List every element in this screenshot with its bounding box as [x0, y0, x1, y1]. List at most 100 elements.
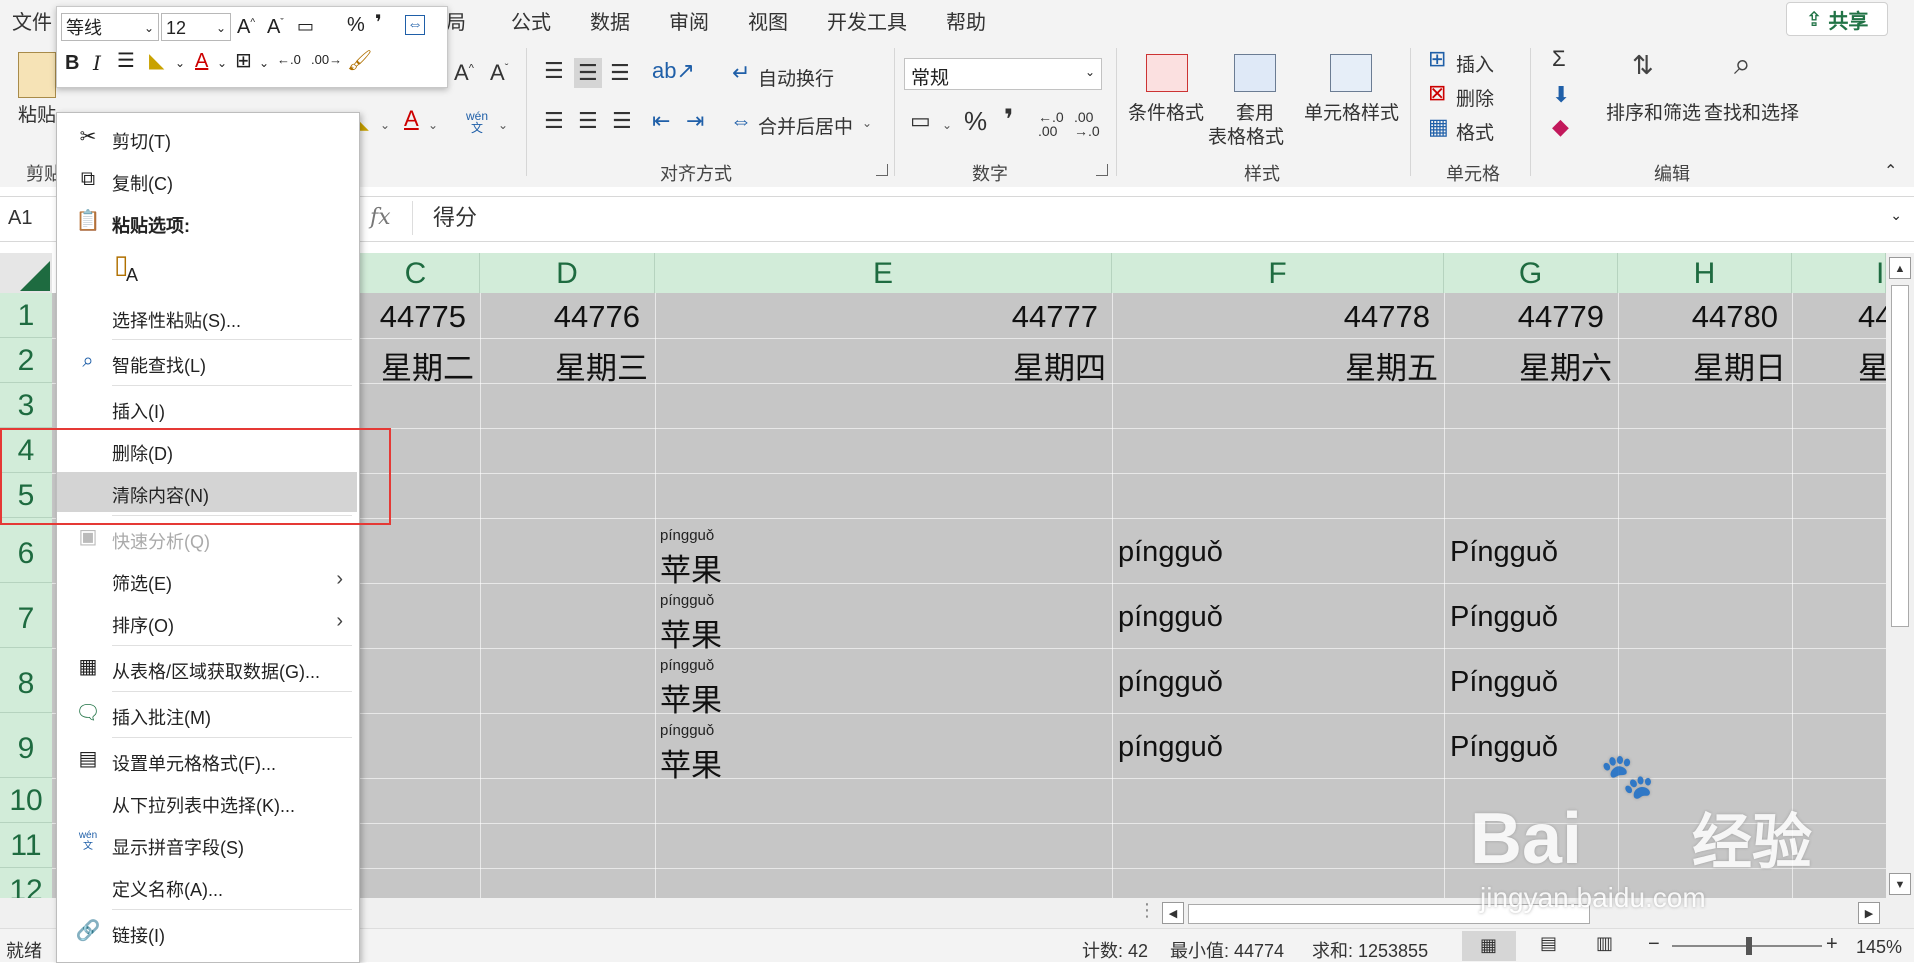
merge-center-icon[interactable]: ⇔	[730, 110, 752, 132]
comma-style-icon[interactable]: ❜	[1004, 106, 1014, 134]
align-right-icon[interactable]: ☰	[612, 110, 632, 132]
cell-e1[interactable]: 44777	[660, 299, 1098, 335]
comma-style-icon[interactable]: ❜	[375, 13, 382, 33]
row-header-1[interactable]: 1	[0, 293, 52, 338]
zoom-slider-thumb[interactable]	[1746, 937, 1752, 955]
cell-e6[interactable]: 苹果	[660, 545, 722, 590]
insert-cells-icon[interactable]: ⊞	[1428, 48, 1446, 70]
cell-c2[interactable]: 星期二	[356, 343, 474, 388]
paste-label[interactable]: 粘贴	[18, 100, 56, 127]
format-painter-icon[interactable]: 🖌	[347, 51, 372, 71]
cell-i2[interactable]: 星	[1858, 343, 1886, 388]
menu-developer[interactable]: 开发工具	[827, 6, 907, 35]
wrap-text-label[interactable]: 自动换行	[758, 64, 834, 91]
clear-icon[interactable]: ◆	[1552, 116, 1569, 138]
menu-item-copy[interactable]: ⧉ 复制(C)	[57, 160, 357, 200]
menu-item-insert-comment[interactable]: 🗨 插入批注(M)	[57, 694, 357, 734]
find-select-label[interactable]: 查找和选择	[1704, 98, 1799, 125]
sort-filter-icon[interactable]: ⇅	[1632, 52, 1654, 78]
row-header-3[interactable]: 3	[0, 383, 52, 428]
col-header-c[interactable]: C	[352, 253, 480, 293]
cell-e9[interactable]: 苹果	[660, 740, 722, 785]
insert-function-icon[interactable]: fx	[370, 205, 391, 230]
format-cells-label[interactable]: 格式	[1456, 118, 1494, 145]
cell-d2[interactable]: 星期三	[484, 343, 648, 388]
grow-font-icon[interactable]: A^	[454, 62, 474, 84]
accounting-dropdown-icon[interactable]: ⌄	[942, 118, 952, 132]
menu-item-define-name[interactable]: 定义名称(A)...	[57, 866, 357, 906]
fill-color-dropdown-icon[interactable]: ⌄	[380, 118, 390, 132]
row-header-7[interactable]: 7	[0, 583, 52, 648]
col-header-d[interactable]: D	[480, 253, 655, 293]
vertical-scroll-thumb[interactable]	[1891, 285, 1909, 627]
zoom-in-icon[interactable]: +	[1826, 933, 1838, 956]
col-header-e[interactable]: E	[655, 253, 1112, 293]
cell-g2[interactable]: 星期六	[1448, 343, 1612, 388]
row-header-12[interactable]: 12	[0, 868, 52, 898]
col-header-g[interactable]: G	[1444, 253, 1618, 293]
increase-decimal-icon[interactable]: ←.0.00	[1038, 110, 1064, 138]
row-header-4[interactable]: 4	[0, 428, 52, 473]
cell-e2[interactable]: 星期四	[660, 343, 1106, 388]
grow-font-icon[interactable]: A^	[237, 17, 255, 37]
shrink-font-icon[interactable]: Aˇ	[490, 62, 508, 84]
menu-formulas[interactable]: 公式	[511, 6, 551, 35]
increase-indent-icon[interactable]: ⇥	[686, 110, 704, 132]
row-header-2[interactable]: 2	[0, 338, 52, 383]
sort-filter-label[interactable]: 排序和筛选	[1606, 98, 1701, 125]
font-size-select[interactable]: 12 ⌄	[161, 13, 231, 41]
cell-f6[interactable]: píngguǒ	[1118, 536, 1223, 569]
cell-d1[interactable]: 44776	[484, 299, 640, 335]
format-cells-ribbon-icon[interactable]: ▦	[1428, 116, 1449, 138]
format-as-table-icon[interactable]	[1234, 54, 1276, 92]
borders-icon[interactable]: ⊞	[235, 51, 252, 71]
delete-cells-label[interactable]: 删除	[1456, 84, 1494, 111]
conditional-format-label[interactable]: 条件格式	[1128, 98, 1204, 125]
menu-item-filter[interactable]: 筛选(E) ›	[57, 560, 357, 600]
menu-help[interactable]: 帮助	[946, 6, 986, 35]
cell-h2[interactable]: 星期日	[1622, 343, 1786, 388]
cell-g8[interactable]: Píngguǒ	[1450, 666, 1558, 699]
menu-item-get-data[interactable]: ▦ 从表格/区域获取数据(G)...	[57, 648, 357, 688]
col-header-h[interactable]: H	[1618, 253, 1792, 293]
fill-icon[interactable]: ⬇	[1552, 84, 1570, 106]
paste-option-button[interactable]: ▯ A	[112, 249, 144, 289]
cell-f7[interactable]: píngguǒ	[1118, 601, 1223, 634]
row-header-5[interactable]: 5	[0, 473, 52, 518]
zoom-out-icon[interactable]: −	[1648, 933, 1660, 956]
row-header-8[interactable]: 8	[0, 648, 52, 713]
menu-page-layout-partial[interactable]: 局	[446, 6, 466, 35]
number-format-select[interactable]: 常规 ⌄	[904, 58, 1102, 90]
pinyin-dropdown-icon[interactable]: ⌄	[498, 118, 508, 132]
menu-item-cut[interactable]: ✂ 剪切(T)	[57, 118, 357, 158]
font-color-dropdown-icon[interactable]: ⌄	[217, 57, 227, 69]
alignment-launcher-icon[interactable]	[876, 164, 888, 176]
row-header-11[interactable]: 11	[0, 823, 52, 868]
find-select-icon[interactable]: ⌕	[1734, 50, 1751, 80]
align-center-icon[interactable]: ☰	[578, 110, 598, 132]
merge-dropdown-icon[interactable]: ⌄	[862, 116, 872, 130]
borders-dropdown-icon[interactable]: ⌄	[259, 57, 269, 69]
scroll-up-icon[interactable]: ▲	[1889, 257, 1911, 279]
format-as-table-label-1[interactable]: 套用	[1236, 98, 1274, 125]
formula-input[interactable]: 得分	[412, 201, 1898, 235]
cell-g7[interactable]: Píngguǒ	[1450, 601, 1558, 634]
cell-h1[interactable]: 44780	[1622, 299, 1778, 335]
menu-file[interactable]: 文件	[12, 6, 52, 35]
menu-item-delete[interactable]: 删除(D)	[57, 430, 357, 470]
cell-g1[interactable]: 44779	[1448, 299, 1604, 335]
orientation-icon[interactable]: ab↗	[652, 60, 695, 82]
cell-c1[interactable]: 44775	[356, 299, 466, 335]
fill-color-icon[interactable]: ◣	[149, 51, 164, 71]
menu-item-paste-special[interactable]: 选择性粘贴(S)...	[57, 297, 357, 337]
cell-f2[interactable]: 星期五	[1116, 343, 1438, 388]
percent-icon[interactable]: %	[964, 108, 987, 134]
cell-f9[interactable]: píngguǒ	[1118, 731, 1223, 764]
insert-cells-label[interactable]: 插入	[1456, 50, 1494, 77]
cell-g6[interactable]: Píngguǒ	[1450, 536, 1558, 569]
normal-view-button[interactable]: ▦	[1462, 931, 1516, 961]
pinyin-guide-icon[interactable]: wén 文	[466, 110, 488, 134]
accounting-format-icon[interactable]: ▭	[297, 17, 314, 35]
col-header-f[interactable]: F	[1112, 253, 1444, 293]
menu-item-pick-from-list[interactable]: 从下拉列表中选择(K)...	[57, 782, 357, 822]
